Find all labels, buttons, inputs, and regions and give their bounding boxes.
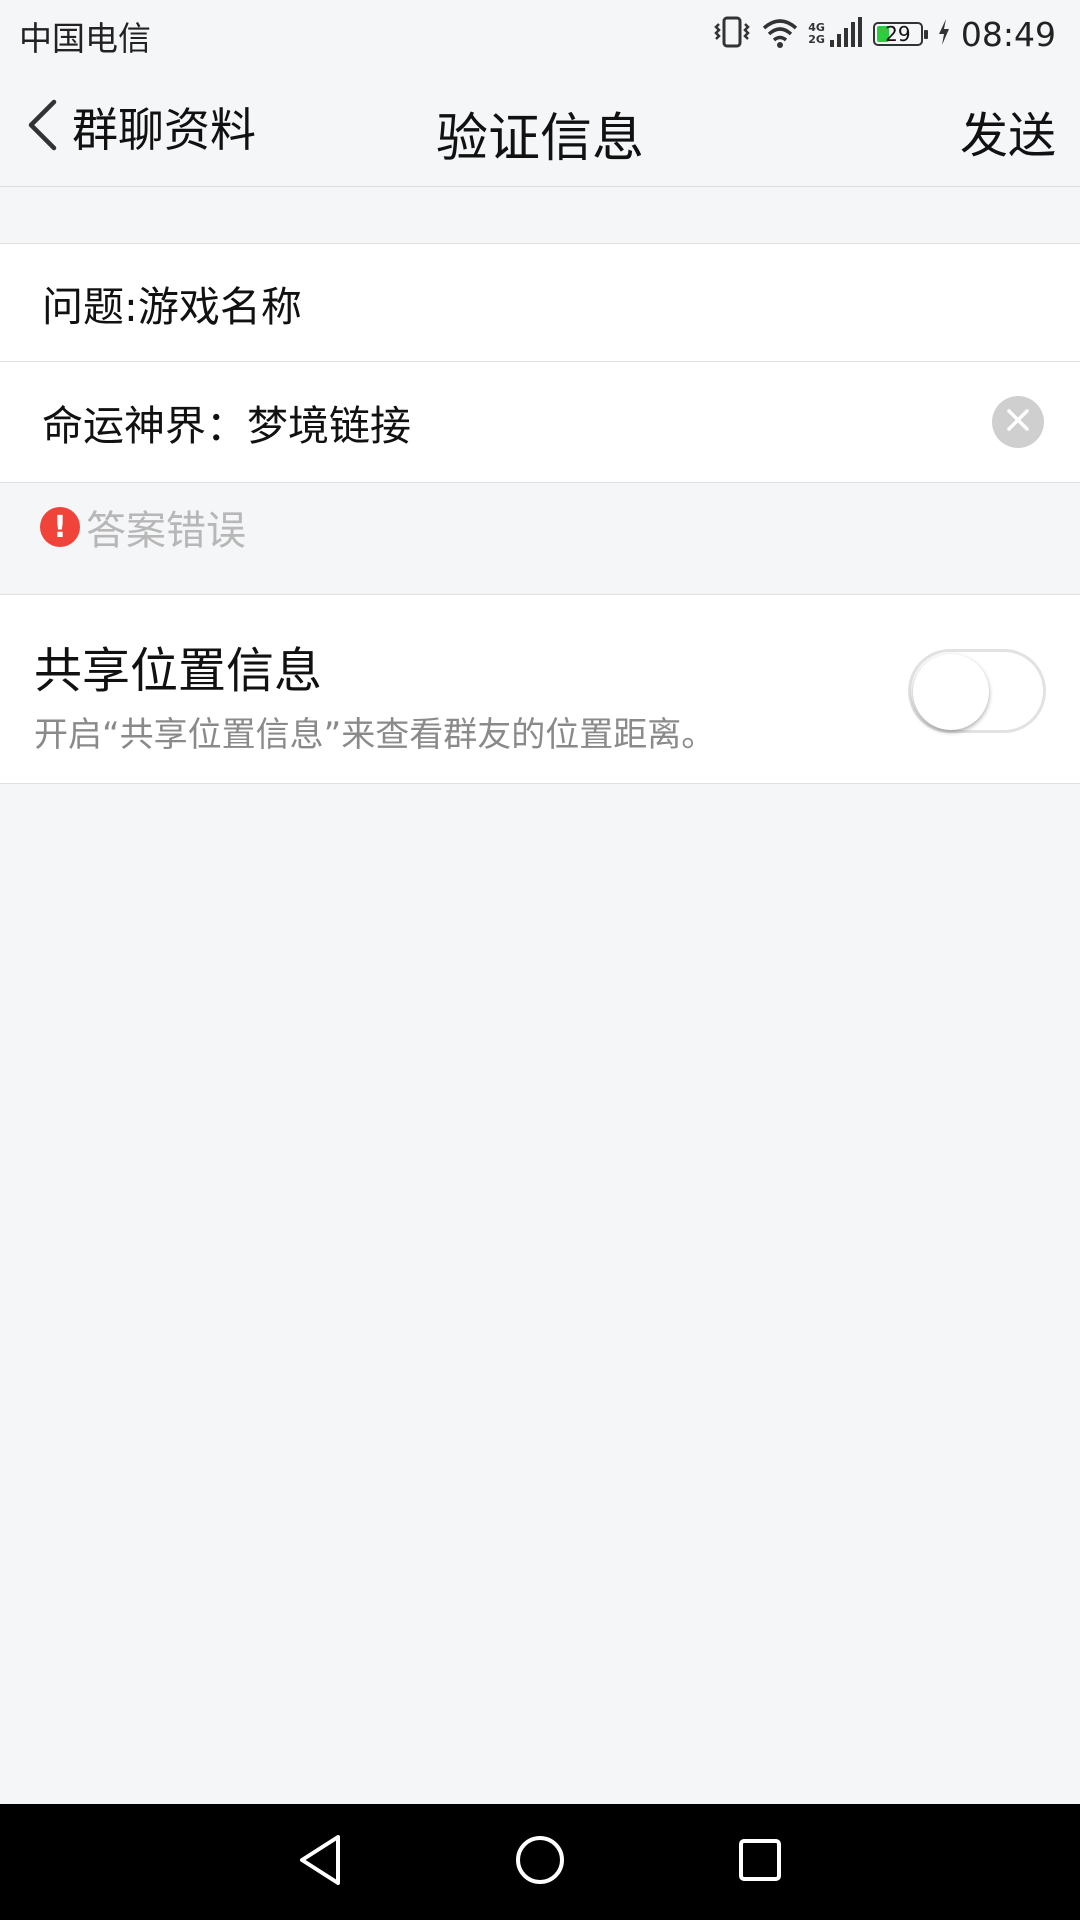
status-bar: 中国电信 4G 2G 29 08:49 bbox=[0, 0, 1080, 68]
share-location-title: 共享位置信息 bbox=[34, 643, 323, 699]
clear-answer-button[interactable] bbox=[992, 396, 1044, 448]
system-recent-button[interactable] bbox=[730, 1832, 790, 1892]
toggle-knob bbox=[913, 654, 989, 730]
share-location-toggle[interactable] bbox=[908, 649, 1046, 733]
verification-card: 问题:游戏名称 bbox=[0, 243, 1080, 483]
system-back-button[interactable] bbox=[290, 1832, 350, 1892]
carrier-name: 中国电信 bbox=[19, 19, 151, 58]
question-label: 问题:游戏名称 bbox=[0, 244, 1080, 362]
charging-icon bbox=[937, 18, 951, 50]
share-location-row: 共享位置信息 开启“共享位置信息”来查看群友的位置距离。 bbox=[0, 594, 1080, 784]
navigation-bar: 群聊资料 验证信息 发送 bbox=[0, 68, 1080, 187]
error-icon: ! bbox=[40, 507, 80, 547]
answer-row bbox=[0, 362, 1080, 482]
square-recent-icon bbox=[737, 1837, 783, 1887]
signal-icon bbox=[829, 16, 863, 52]
error-message: 答案错误 bbox=[86, 508, 246, 554]
network-type-label: 4G 2G bbox=[808, 21, 825, 46]
vibrate-icon bbox=[712, 14, 752, 54]
answer-input[interactable] bbox=[42, 398, 992, 446]
close-icon bbox=[1005, 407, 1031, 437]
battery-percent: 29 bbox=[885, 22, 911, 46]
system-navigation-bar bbox=[0, 1804, 1080, 1920]
clock-time: 08:49 bbox=[960, 14, 1056, 54]
battery-icon: 29 bbox=[872, 22, 928, 46]
triangle-back-icon bbox=[296, 1833, 344, 1891]
system-home-button[interactable] bbox=[510, 1832, 570, 1892]
status-icons: 4G 2G 29 08:49 bbox=[712, 10, 1056, 58]
share-location-description: 开启“共享位置信息”来查看群友的位置距离。 bbox=[34, 715, 716, 755]
circle-home-icon bbox=[514, 1834, 566, 1890]
send-button[interactable]: 发送 bbox=[960, 96, 1056, 166]
wifi-icon bbox=[762, 16, 798, 52]
error-hint: ! 答案错误 bbox=[40, 502, 246, 554]
page-title: 验证信息 bbox=[435, 109, 644, 169]
